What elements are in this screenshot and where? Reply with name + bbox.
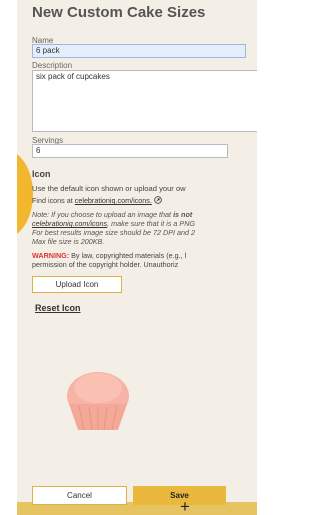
note-line-4: Max file size is 200KB. (32, 237, 105, 246)
decorative-accent (17, 150, 33, 238)
warning-line-2: permission of the copyright holder. Unau… (32, 260, 179, 269)
page-title: New Custom Cake Sizes (32, 4, 206, 21)
name-field[interactable]: 6 pack (32, 44, 246, 58)
cancel-button[interactable]: Cancel (32, 486, 127, 505)
find-icons-text: Find icons at (32, 196, 75, 205)
warning-line-1: WARNING: By law, copyrighted materials (… (32, 251, 186, 260)
note-line-2: celebrationiq.com/icons, make sure that … (32, 219, 195, 228)
note-text-b: , make sure that it is a PNG (107, 219, 195, 228)
note-text-a: Note: If you choose to upload an image t… (32, 210, 174, 219)
cupcake-icon (67, 372, 129, 431)
find-icons-line: Find icons at celebrationiq.com/icons. (32, 196, 162, 205)
warning-label: WARNING: (32, 251, 70, 260)
note-line-1: Note: If you choose to upload an image t… (32, 210, 192, 219)
note-emphasis: is not (173, 210, 193, 219)
note-line-3: For best results image size should be 72… (32, 228, 196, 237)
note-icons-link[interactable]: celebrationiq.com/icons (32, 219, 107, 228)
external-link-icon[interactable] (154, 196, 162, 204)
reset-icon-link[interactable]: Reset Icon (35, 303, 81, 313)
icon-instructions: Use the default icon shown or upload you… (32, 184, 186, 193)
plus-icon[interactable]: + (180, 498, 190, 515)
servings-field[interactable]: 6 (32, 144, 228, 158)
warning-text-1: By law, copyrighted materials (e.g., l (69, 251, 187, 260)
upload-icon-button[interactable]: Upload Icon (32, 276, 122, 293)
custom-cake-size-form: New Custom Cake Sizes Name 6 pack Descri… (17, 0, 257, 515)
description-label: Description (32, 61, 73, 70)
icons-site-link[interactable]: celebrationiq.com/icons. (75, 196, 152, 205)
description-field[interactable]: six pack of cupcakes (32, 70, 257, 132)
icon-heading: Icon (32, 169, 51, 179)
